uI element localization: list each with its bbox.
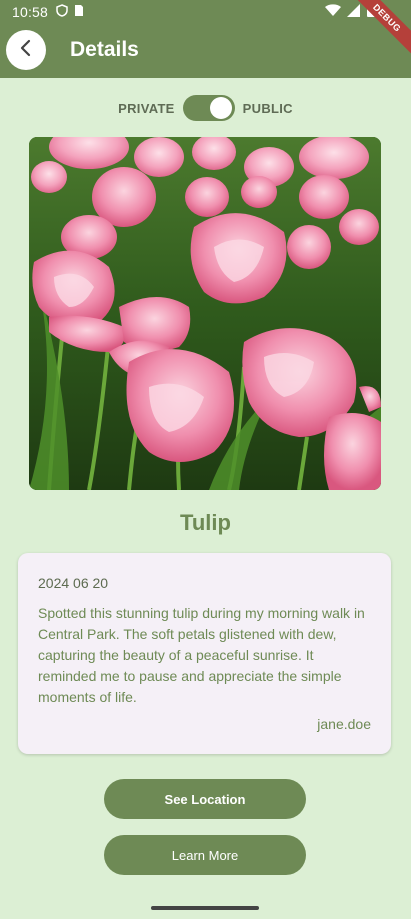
post-details-card: 2024 06 20 Spotted this stunning tulip d… bbox=[18, 553, 391, 754]
toggle-knob bbox=[209, 97, 232, 119]
privacy-toggle[interactable] bbox=[182, 95, 235, 121]
chevron-left-icon bbox=[17, 39, 35, 62]
privacy-toggle-row: PRIVATE PUBLIC bbox=[0, 94, 411, 122]
page-title: Details bbox=[70, 38, 139, 61]
status-time: 10:58 bbox=[12, 4, 49, 20]
wifi-icon bbox=[325, 3, 341, 20]
post-description: Spotted this stunning tulip during my mo… bbox=[38, 605, 365, 705]
flower-name: Tulip bbox=[180, 510, 231, 535]
app-bar: 10:58 DEBUG Details bbox=[0, 0, 411, 78]
see-location-button[interactable]: See Location bbox=[104, 779, 306, 819]
sim-card-icon bbox=[74, 4, 84, 20]
post-author: jane.doe bbox=[317, 716, 371, 732]
post-date: 2024 06 20 bbox=[38, 575, 109, 591]
tulip-photo bbox=[29, 137, 381, 490]
tulip-photo-illustration bbox=[29, 137, 381, 490]
status-bar: 10:58 bbox=[0, 0, 411, 24]
shield-icon bbox=[56, 4, 68, 20]
public-label: PUBLIC bbox=[242, 100, 293, 116]
debug-ribbon-container: DEBUG bbox=[351, 0, 411, 60]
debug-ribbon: DEBUG bbox=[351, 0, 411, 58]
learn-more-button[interactable]: Learn More bbox=[104, 835, 306, 875]
back-button[interactable] bbox=[6, 30, 46, 70]
home-indicator[interactable] bbox=[151, 906, 259, 910]
private-label: PRIVATE bbox=[118, 100, 175, 116]
